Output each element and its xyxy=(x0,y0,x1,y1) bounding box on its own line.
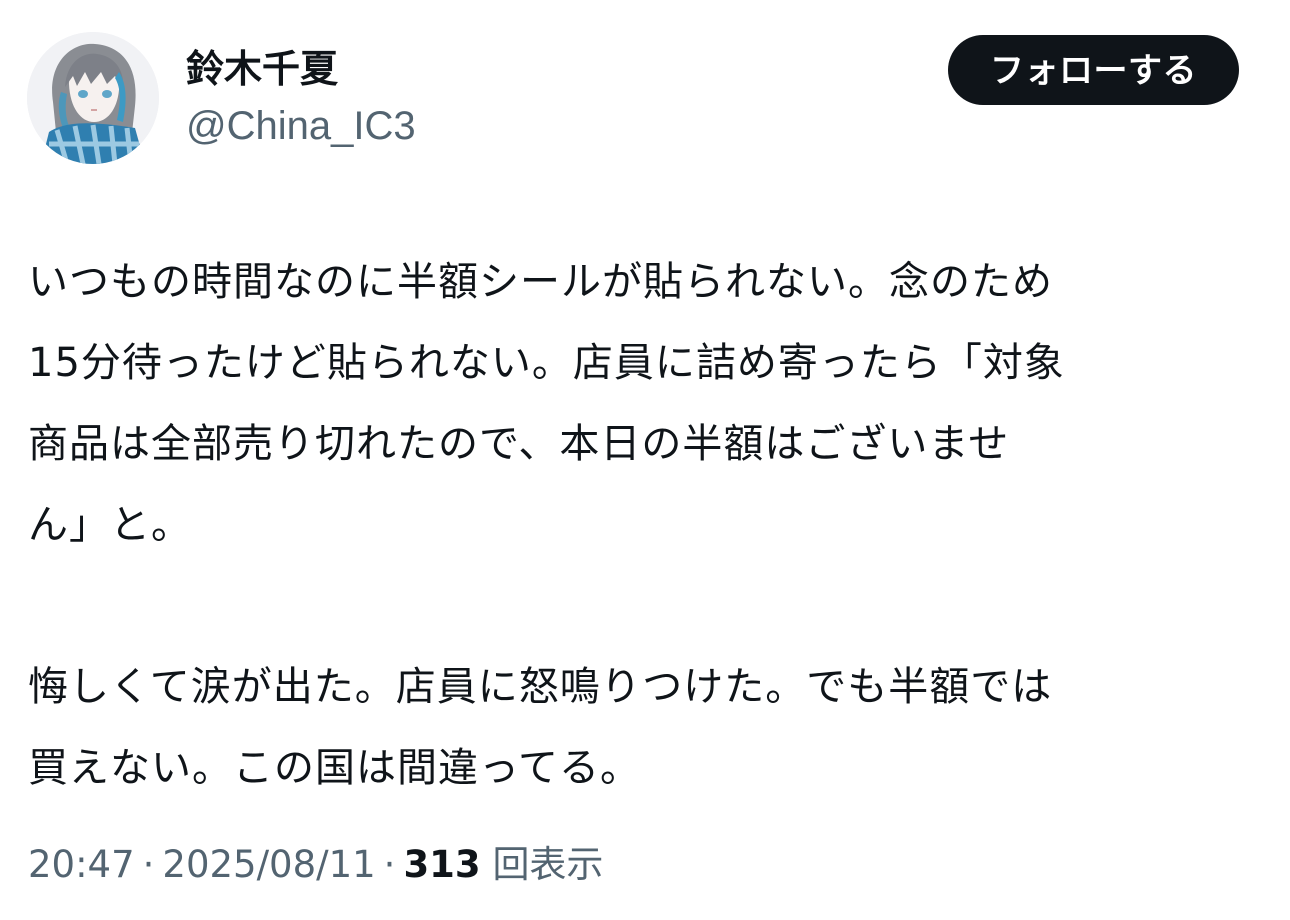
meta-separator: · xyxy=(142,843,155,886)
tweet-line: 商品は全部売り切れたので、本日の半額はございませ xyxy=(28,421,1010,467)
follow-button[interactable]: フォローする xyxy=(948,35,1239,105)
avatar[interactable] xyxy=(27,32,159,164)
tweet-line: いつもの時間なのに半額シールが貼られない。念のため xyxy=(28,259,1053,305)
avatar-illustration xyxy=(27,32,159,164)
tweet-line: 買えない。この国は間違ってる。 xyxy=(28,745,641,791)
tweet-line: ん」と。 xyxy=(28,502,192,548)
tweet-text: いつもの時間なのに半額シールが貼られない。念のため 15分待ったけど貼られない。… xyxy=(28,242,1238,809)
tweet-metadata: 20:47 · 2025/08/11 · 313 回表示 xyxy=(28,838,603,892)
tweet-date[interactable]: 2025/08/11 xyxy=(162,843,375,886)
display-name[interactable]: 鈴木千夏 xyxy=(186,44,338,94)
views-label: 回表示 xyxy=(492,843,604,886)
views-count[interactable]: 313 xyxy=(403,843,480,886)
tweet-line: 悔しくて涙が出た。店員に怒鳴りつけた。でも半額では xyxy=(28,664,1053,710)
meta-separator: · xyxy=(383,843,396,886)
tweet-time[interactable]: 20:47 xyxy=(28,843,135,886)
user-handle[interactable]: @China_IC3 xyxy=(186,100,416,152)
tweet-line: 15分待ったけど貼られない。店員に詰め寄ったら「対象 xyxy=(28,340,1065,386)
